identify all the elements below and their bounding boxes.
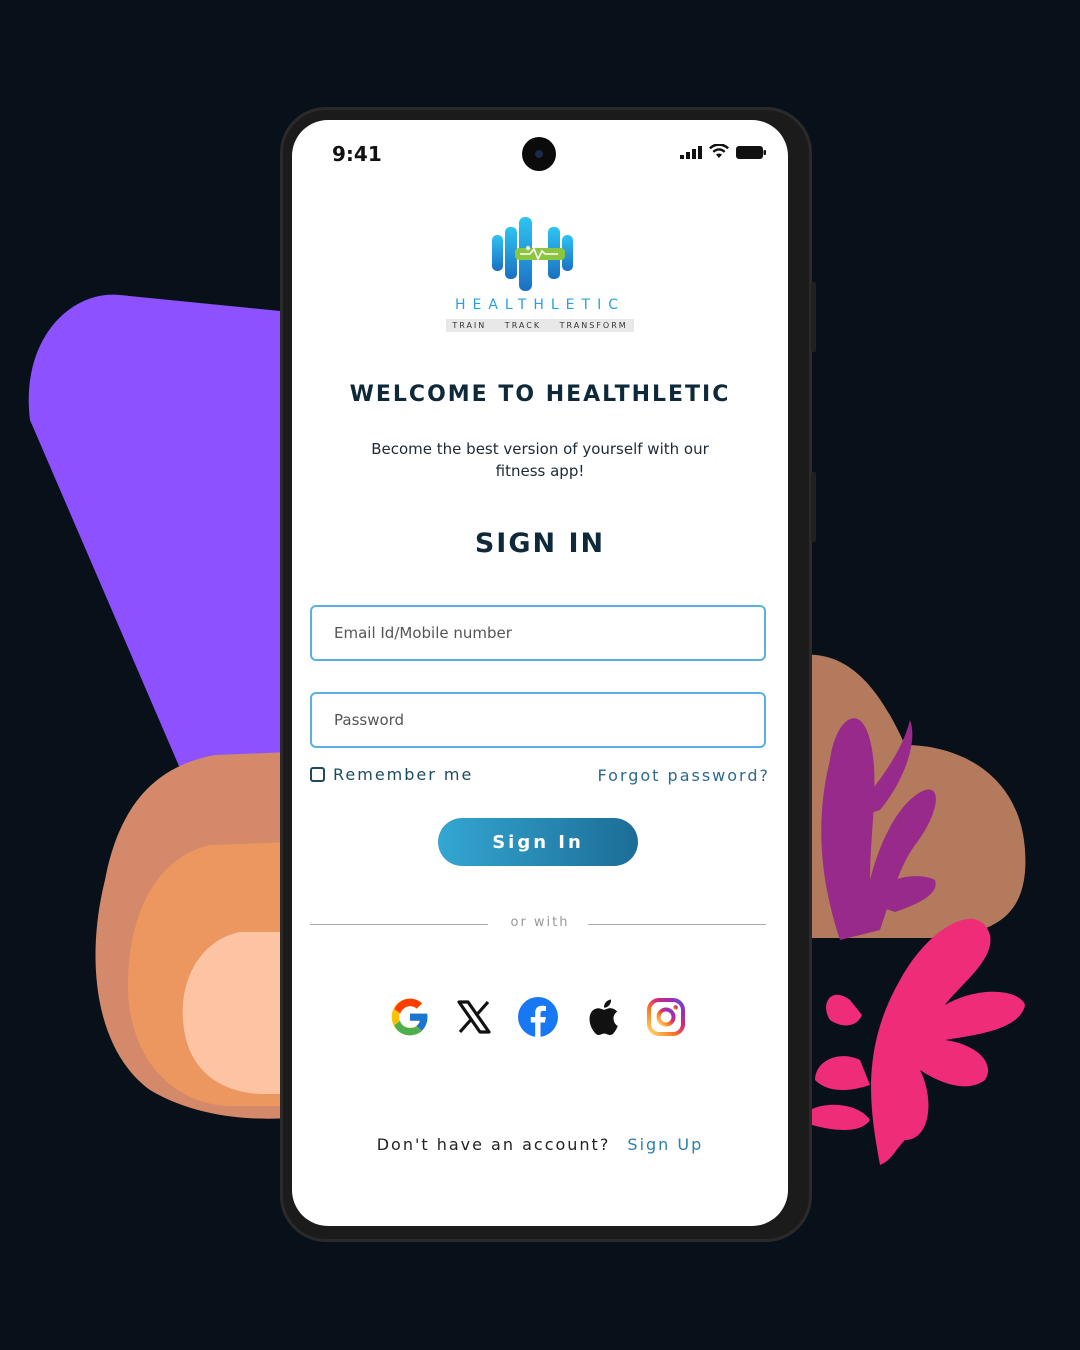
password-input[interactable] <box>312 694 764 746</box>
facebook-icon <box>518 997 558 1037</box>
email-input[interactable] <box>312 607 764 659</box>
phone-frame: 9:41 HEALTHLETIC TRAIN TRACK TRANSFORM W… <box>280 107 816 1242</box>
x-login-button[interactable] <box>452 995 496 1039</box>
apple-icon <box>589 999 618 1036</box>
google-icon <box>391 998 428 1036</box>
remember-me-checkbox[interactable] <box>310 767 325 782</box>
divider-right <box>588 924 766 925</box>
front-camera <box>522 137 556 171</box>
status-time: 9:41 <box>332 142 382 166</box>
brand-name: HEALTHLETIC <box>454 297 625 313</box>
welcome-title: WELCOME TO HEALTHLETIC <box>349 382 731 407</box>
forgot-password-link[interactable]: Forgot password? <box>598 766 770 785</box>
phone-side-button <box>811 282 816 352</box>
password-field[interactable] <box>310 692 766 748</box>
status-icons <box>680 144 766 159</box>
welcome-subtitle: Become the best version of yourself with… <box>371 440 709 480</box>
purple-blob-shape <box>28 294 291 780</box>
dumbbell-runner-logo-icon <box>492 217 573 291</box>
phone-screen: 9:41 HEALTHLETIC TRAIN TRACK TRANSFORM W… <box>292 120 788 1226</box>
status-bar: 9:41 <box>292 120 788 180</box>
app-logo: HEALTHLETIC TRAIN TRACK TRANSFORM <box>292 215 788 332</box>
email-field[interactable] <box>310 605 766 661</box>
brand-tagline: TRAIN TRACK TRANSFORM <box>446 319 634 332</box>
signup-question: Don't have an account? <box>376 1135 611 1154</box>
x-icon <box>457 1000 491 1034</box>
google-login-button[interactable] <box>388 995 432 1039</box>
pink-coral-shape <box>810 918 1025 1165</box>
facebook-login-button[interactable] <box>516 995 560 1039</box>
signin-heading: SIGN IN <box>474 528 606 559</box>
sign-in-button[interactable]: Sign In <box>438 818 638 866</box>
social-login-row <box>388 995 688 1039</box>
signal-icon <box>680 146 702 159</box>
remember-me-label[interactable]: Remember me <box>333 765 473 784</box>
signup-row: Don't have an account? Sign Up <box>292 1135 788 1154</box>
wifi-icon <box>709 144 729 158</box>
instagram-login-button[interactable] <box>644 995 688 1039</box>
remember-me-toggle[interactable]: Remember me <box>310 765 473 784</box>
apple-login-button[interactable] <box>580 995 624 1039</box>
phone-side-button <box>811 472 816 542</box>
battery-icon <box>736 146 766 159</box>
or-with-label: or with <box>510 915 570 930</box>
instagram-icon <box>647 998 685 1036</box>
sign-up-link[interactable]: Sign Up <box>627 1135 703 1154</box>
